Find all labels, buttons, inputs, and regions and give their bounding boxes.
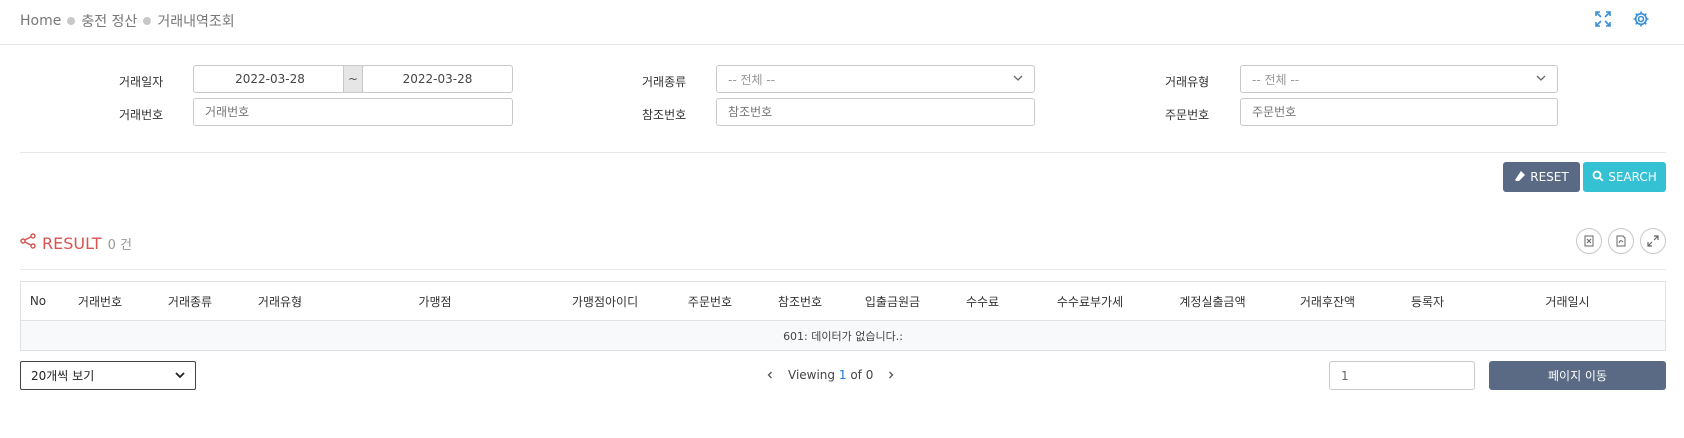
column-header[interactable]: 거래종류 [145, 293, 235, 310]
result-divider [20, 269, 1666, 270]
pagination: Viewing 1 of 0 [766, 368, 895, 382]
page-number-input[interactable] [1329, 361, 1475, 390]
type-select-value: -- 전체 -- [728, 72, 776, 87]
top-toolbar [1594, 10, 1650, 32]
order-label: 주문번호 [1165, 108, 1210, 122]
excel-icon [1583, 232, 1595, 251]
filter-divider [20, 152, 1666, 153]
viewing-status: Viewing 1 of 0 [788, 368, 873, 382]
gear-icon[interactable] [1632, 10, 1650, 32]
page-size-value: 20개씩 보기 [31, 369, 95, 383]
date-from-input[interactable]: 2022-03-28 [193, 65, 347, 93]
column-header[interactable]: 계정실출금액 [1155, 293, 1270, 310]
share-icon [20, 233, 36, 253]
result-tools [1576, 228, 1666, 254]
header-divider [0, 44, 1684, 45]
date-to-input[interactable]: 2022-03-28 [362, 65, 513, 93]
breadcrumb: Home 충전 정산 거래내역조회 [20, 10, 235, 32]
date-range-separator: ~ [343, 65, 363, 93]
breadcrumb-section[interactable]: 충전 정산 [81, 11, 137, 31]
column-header[interactable]: 수수료 [940, 293, 1025, 310]
chevron-down-icon [1536, 72, 1546, 86]
page-size-select[interactable]: 20개씩 보기 [20, 361, 196, 390]
type-select[interactable]: -- 전체 -- [716, 65, 1035, 93]
breadcrumb-separator-icon [67, 17, 76, 25]
expand-button[interactable] [1640, 228, 1666, 254]
column-header[interactable]: 주문번호 [665, 293, 755, 310]
column-header[interactable]: 등록자 [1385, 293, 1470, 310]
chevron-down-icon [1013, 72, 1023, 86]
column-header[interactable]: 가맹점아이디 [545, 293, 665, 310]
page-move-label: 페이지 이동 [1547, 369, 1607, 383]
date-label: 거래일자 [119, 75, 164, 89]
empty-message: 601: 데이터가 없습니다.: [783, 329, 903, 343]
breadcrumb-current: 거래내역조회 [157, 14, 235, 30]
search-label: SEARCH [1608, 170, 1657, 184]
pdf-export-button[interactable] [1608, 228, 1634, 254]
column-header[interactable]: 거래일시 [1470, 293, 1665, 310]
column-header[interactable]: No [21, 294, 55, 308]
column-header[interactable]: 거래유형 [235, 293, 325, 310]
page-move-button[interactable]: 페이지 이동 [1489, 361, 1666, 390]
excel-export-button[interactable] [1576, 228, 1602, 254]
kind-select[interactable]: -- 전체 -- [1240, 65, 1558, 93]
prev-page-button[interactable] [766, 368, 774, 382]
column-header[interactable]: 가맹점 [325, 293, 545, 310]
column-header[interactable]: 거래번호 [55, 293, 145, 310]
ref-input[interactable] [716, 98, 1035, 126]
column-header[interactable]: 입출금원금 [845, 293, 940, 310]
column-header[interactable]: 거래후잔액 [1270, 293, 1385, 310]
result-header: RESULT 0 건 [20, 233, 132, 253]
table-empty-row: 601: 데이터가 없습니다.: [21, 321, 1665, 350]
breadcrumb-separator-icon [143, 17, 152, 25]
expand-icon [1647, 232, 1659, 251]
breadcrumb-home[interactable]: Home [20, 13, 61, 29]
kind-label: 거래유형 [1165, 75, 1210, 89]
txno-input[interactable] [193, 98, 513, 126]
result-title: RESULT [42, 233, 102, 253]
current-page: 1 [838, 368, 847, 382]
column-header[interactable]: 참조번호 [755, 293, 845, 310]
result-count: 0 건 [107, 237, 132, 253]
search-icon [1592, 170, 1604, 185]
result-table: No 거래번호 거래종류 거래유형 가맹점 가맹점아이디 주문번호 참조번호 입… [20, 281, 1666, 351]
chevron-down-icon [175, 369, 185, 383]
reset-label: RESET [1530, 170, 1569, 184]
kind-select-value: -- 전체 -- [1252, 72, 1300, 87]
ref-label: 참조번호 [642, 108, 687, 122]
column-header[interactable]: 수수료부가세 [1025, 293, 1155, 310]
pdf-icon [1615, 232, 1627, 251]
viewing-label: Viewing [788, 368, 836, 382]
fullscreen-icon[interactable] [1594, 10, 1612, 32]
eraser-icon [1514, 170, 1526, 185]
search-button[interactable]: SEARCH [1583, 162, 1666, 192]
table-header: No 거래번호 거래종류 거래유형 가맹점 가맹점아이디 주문번호 참조번호 입… [21, 282, 1665, 321]
next-page-button[interactable] [887, 368, 895, 382]
type-label: 거래종류 [642, 75, 687, 89]
of-label: of [850, 368, 862, 382]
reset-button[interactable]: RESET [1503, 162, 1580, 192]
total-pages: 0 [865, 368, 874, 382]
txno-label: 거래번호 [119, 108, 164, 122]
order-input[interactable] [1240, 98, 1558, 126]
